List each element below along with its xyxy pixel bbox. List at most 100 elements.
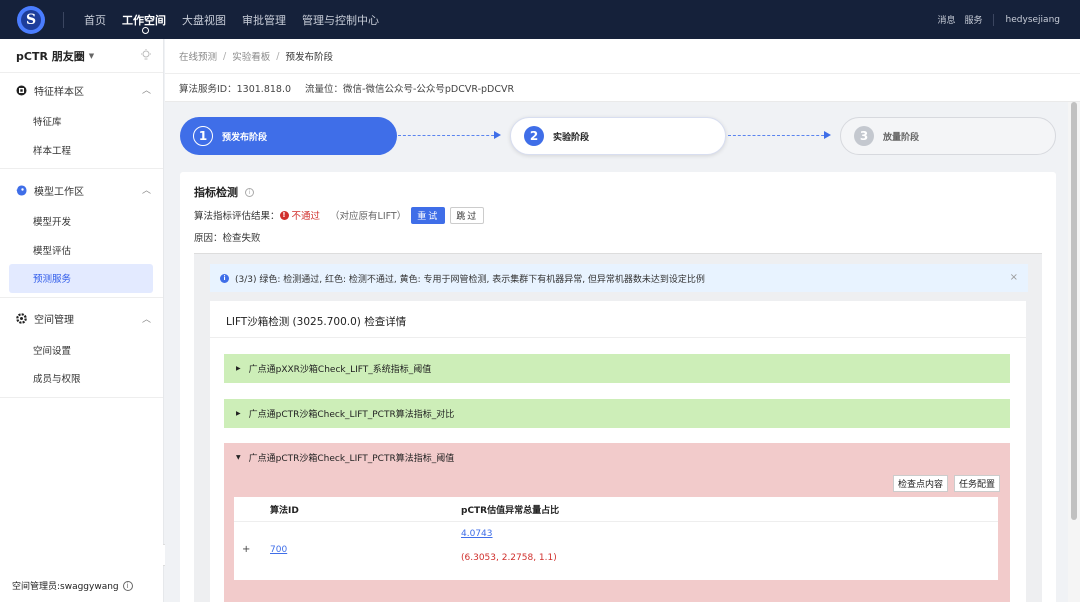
space-admin: 空间管理员:swaggywang i <box>12 579 133 592</box>
app-logo[interactable]: S <box>17 5 45 34</box>
sidebar-item-sample-engineering[interactable]: 样本工程 <box>9 136 153 165</box>
algorithm-id-link[interactable]: 700 <box>270 545 287 555</box>
sidebar-group-label: 空间管理 <box>34 315 74 326</box>
lift-detail: LIFT沙箱检测 (3025.700.0) 检查详情 ▶ 广点通pXXR沙箱Ch… <box>210 301 1026 602</box>
breadcrumb-item[interactable]: 在线预测 <box>179 49 217 63</box>
divider <box>0 296 163 298</box>
divider <box>210 337 1026 338</box>
sidebar-item-model-eval[interactable]: 模型评估 <box>9 236 153 265</box>
info-icon[interactable]: i <box>122 580 133 591</box>
task-config-button[interactable]: 任务配置 <box>953 475 1000 492</box>
info-icon[interactable]: i <box>245 187 254 197</box>
sidebar-group-model-workspace[interactable]: 模型工作区 ︿ <box>0 173 163 207</box>
sidebar-item-members[interactable]: 成员与权限 <box>9 364 153 393</box>
metric-check-card: 指标检测 i 算法指标评估结果： ! 不通过 （对应原有LIFT） 重试 跳过 … <box>180 172 1056 602</box>
step-experiment[interactable]: 2 实验阶段 <box>510 117 726 155</box>
main-content: 在线预测 / 实验看板 / 预发布阶段 算法服务ID：1301.818.0 流量… <box>165 39 1080 602</box>
caret-right-icon: ▶ <box>236 365 241 372</box>
step-number: 2 <box>524 126 544 146</box>
result-table: 算法ID pCTR估值异常总量占比 + 700 4.0743 (6.3053, … <box>234 497 998 580</box>
nav-home[interactable]: 首页 <box>84 0 106 39</box>
stage-steps: 1 预发布阶段 2 实验阶段 3 放量阶段 <box>180 117 1056 155</box>
step-label: 预发布阶段 <box>222 132 268 143</box>
step-rollout[interactable]: 3 放量阶段 <box>840 117 1056 155</box>
workspace-title: pCTR 朋友圈 <box>16 49 85 63</box>
check-row-passed[interactable]: ▶ 广点通pXXR沙箱Check_LIFT_系统指标_阈值 <box>224 354 1010 383</box>
legend-alert: i (3/3) 绿色: 检测通过, 红色: 检测不通过, 黄色: 专用于网管检测… <box>210 264 1028 292</box>
sidebar-group-label: 模型工作区 <box>34 186 84 198</box>
sidebar-group-label: 特征样本区 <box>34 86 84 98</box>
user-menu[interactable]: hedysejiang <box>1006 15 1060 25</box>
row-actions: 检查点内容 任务配置 <box>887 475 1000 492</box>
sidebar-item-space-settings[interactable]: 空间设置 <box>9 336 153 365</box>
sidebar-item-model-dev[interactable]: 模型开发 <box>9 207 153 236</box>
step-label: 放量阶段 <box>883 132 920 143</box>
nav-workspace[interactable]: 工作空间 <box>122 0 166 39</box>
step-arrow-icon <box>728 131 831 139</box>
gear-icon <box>16 313 27 324</box>
nav-approval[interactable]: 审批管理 <box>242 0 286 39</box>
result-label: 算法指标评估结果： <box>194 211 280 222</box>
lightbulb-icon[interactable] <box>140 49 152 61</box>
retry-button[interactable]: 重试 <box>411 206 446 224</box>
check-row-passed[interactable]: ▶ 广点通pCTR沙箱Check_LIFT_PCTR算法指标_对比 <box>224 399 1010 428</box>
ratio-value-link[interactable]: 4.0743 <box>461 529 493 539</box>
result-note: （对应原有LIFT） <box>330 211 407 222</box>
threshold-range: (6.3053, 2.2758, 1.1) <box>461 553 557 563</box>
caret-right-icon: ▶ <box>236 410 241 417</box>
space-admin-label: 空间管理员:swaggywang <box>12 582 119 592</box>
alert-text: (3/3) 绿色: 检测通过, 红色: 检测不通过, 黄色: 专用于网管检测, … <box>235 274 705 285</box>
expand-row-icon[interactable]: + <box>242 544 250 555</box>
scrollbar[interactable] <box>1068 102 1080 602</box>
traffic-slot: 流量位：微信-微信公众号-公众号pDCVR-pDCVR <box>305 83 515 95</box>
step-arrow-icon <box>398 131 501 139</box>
check-detail-panel: i (3/3) 绿色: 检测通过, 红色: 检测不通过, 黄色: 专用于网管检测… <box>194 253 1042 602</box>
eval-result-row: 算法指标评估结果： ! 不通过 （对应原有LIFT） 重试 跳过 <box>194 206 485 224</box>
logo-icon: S <box>21 9 41 30</box>
check-row-label: 广点通pXXR沙箱Check_LIFT_系统指标_阈值 <box>248 365 432 375</box>
divider <box>0 396 163 398</box>
workspace-selector[interactable]: pCTR 朋友圈 ▼ <box>0 39 163 73</box>
breadcrumb-item[interactable]: 实验看板 <box>232 49 270 63</box>
caret-down-icon: ▼ <box>88 51 95 60</box>
nav-messages[interactable]: 消息 <box>938 13 956 26</box>
sidebar-group-feature-sample[interactable]: 特征样本区 ︿ <box>0 73 163 107</box>
step-prerelease[interactable]: 1 预发布阶段 <box>180 117 397 155</box>
nav-divider <box>63 11 64 28</box>
step-label: 实验阶段 <box>553 132 590 143</box>
chevron-up-icon: ︿ <box>141 186 151 196</box>
check-row-failed: ▼ 广点通pCTR沙箱Check_LIFT_PCTR算法指标_阈值 检查点内容 … <box>224 443 1010 602</box>
table-header-ratio: pCTR估值异常总量占比 <box>461 505 560 516</box>
caret-down-icon: ▼ <box>236 454 241 461</box>
divider <box>234 521 998 522</box>
check-row-label: 广点通pCTR沙箱Check_LIFT_PCTR算法指标_阈值 <box>248 454 455 464</box>
model-icon <box>16 185 27 196</box>
chevron-up-icon: ︿ <box>141 314 151 325</box>
breadcrumb-separator: / <box>223 50 227 62</box>
detail-title: LIFT沙箱检测 (3025.700.0) 检查详情 <box>226 316 407 328</box>
close-icon[interactable]: × <box>1010 272 1018 283</box>
card-title-text: 指标检测 <box>194 186 238 199</box>
checkpoint-content-button[interactable]: 检查点内容 <box>892 475 948 492</box>
check-row-header[interactable]: ▼ 广点通pCTR沙箱Check_LIFT_PCTR算法指标_阈值 <box>224 443 1010 472</box>
nav-dashboard[interactable]: 大盘视图 <box>182 0 226 39</box>
skip-button[interactable]: 跳过 <box>450 206 485 224</box>
step-number: 3 <box>854 126 874 146</box>
breadcrumb: 在线预测 / 实验看板 / 预发布阶段 <box>165 39 1080 74</box>
sidebar-item-prediction-service[interactable]: 预测服务 <box>9 264 153 293</box>
scrollbar-thumb[interactable] <box>1071 102 1077 520</box>
service-info-bar: 算法服务ID：1301.818.0 流量位：微信-微信公众号-公众号pDCVR-… <box>165 74 1080 102</box>
sidebar-item-feature-store[interactable]: 特征库 <box>9 107 153 136</box>
breadcrumb-separator: / <box>276 50 280 62</box>
card-title: 指标检测 i <box>194 184 254 200</box>
check-row-label: 广点通pCTR沙箱Check_LIFT_PCTR算法指标_对比 <box>248 410 455 420</box>
nav-admin-center[interactable]: 管理与控制中心 <box>302 0 379 39</box>
breadcrumb-current: 预发布阶段 <box>285 52 333 63</box>
nav-service[interactable]: 服务 <box>965 13 983 26</box>
table-header-id: 算法ID <box>270 505 299 516</box>
fail-reason: 原因：检查失败 <box>194 233 261 244</box>
result-status: 不通过 <box>291 211 321 222</box>
feature-icon <box>16 85 27 96</box>
top-navbar: S 首页 工作空间 大盘视图 审批管理 管理与控制中心 消息 服务 hedyse… <box>0 0 1080 39</box>
sidebar-group-space-management[interactable]: 空间管理 ︿ <box>0 302 163 336</box>
